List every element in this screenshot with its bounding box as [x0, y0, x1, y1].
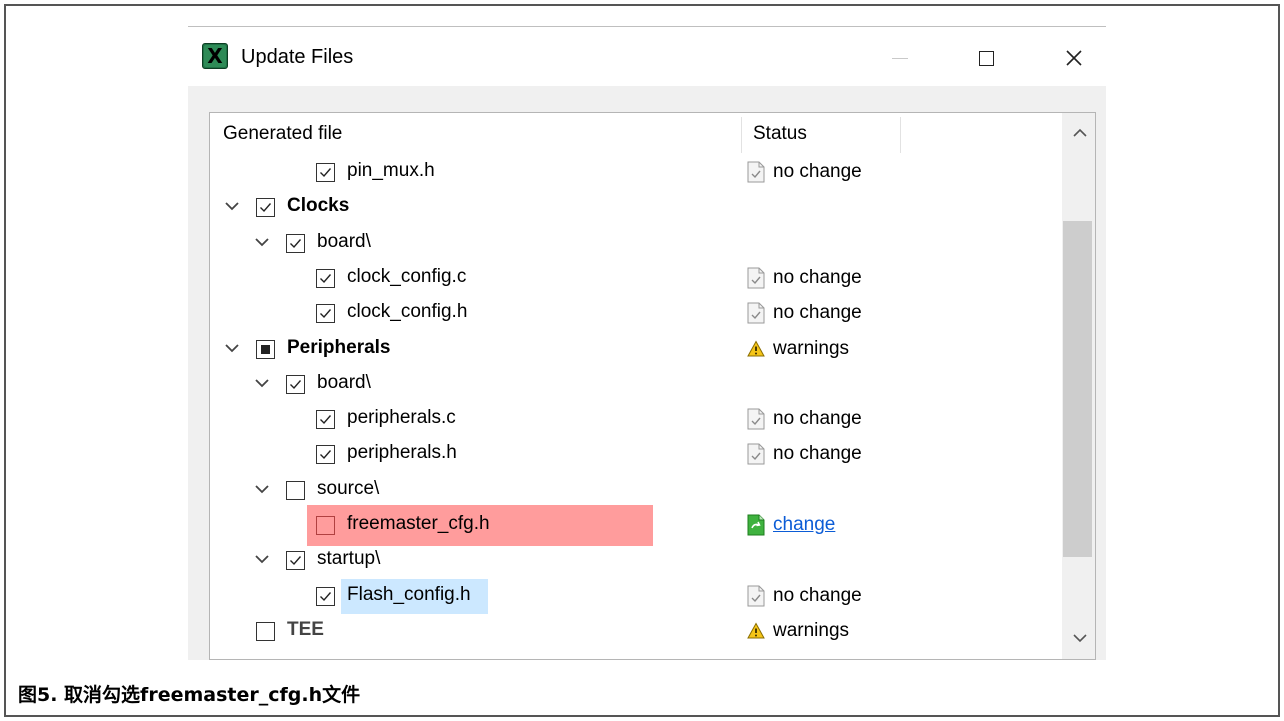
minimize-icon [892, 57, 908, 59]
minimize-button[interactable] [880, 38, 920, 78]
status-cell: no change [747, 582, 862, 610]
checkbox[interactable] [256, 198, 275, 218]
status-cell: warnings [747, 335, 849, 363]
file-unchanged-icon [747, 302, 765, 324]
status-cell[interactable]: change [747, 511, 835, 539]
tree-item-label: Flash_config.h [347, 583, 471, 605]
tree-item-label: Clocks [287, 195, 350, 217]
tree-item-label: clock_config.h [347, 301, 468, 323]
tree-item-label: peripherals.c [347, 407, 456, 429]
maximize-button[interactable] [966, 38, 1006, 78]
file-tree[interactable]: Generated file Status pin_mux.h no change… [209, 112, 1096, 660]
warning-icon [747, 622, 765, 640]
expand-chevron-icon[interactable] [252, 549, 272, 569]
file-changed-icon [747, 514, 765, 536]
tree-item-label: source\ [317, 477, 380, 499]
expand-chevron-icon[interactable] [222, 338, 242, 358]
checkbox[interactable] [286, 374, 305, 394]
close-icon [1066, 50, 1082, 66]
window-title: Update Files [241, 46, 354, 68]
scroll-up-button[interactable] [1062, 115, 1095, 149]
checkbox[interactable] [316, 445, 335, 465]
status-cell: no change [747, 405, 862, 433]
figure-caption: 图5. 取消勾选freemaster_cfg.h文件 [18, 684, 361, 706]
chevron-up-icon [1072, 128, 1087, 137]
status-text: no change [773, 443, 862, 465]
warning-icon [747, 339, 765, 358]
status-cell: no change [747, 264, 862, 292]
checkbox[interactable] [286, 551, 305, 571]
tree-row[interactable]: board\ [210, 367, 1062, 402]
expand-chevron-icon[interactable] [252, 373, 272, 393]
tree-row[interactable]: Peripherals warnings [210, 332, 1062, 367]
tree-row[interactable]: clock_config.c no change [210, 261, 1062, 296]
tree-item-label: board\ [317, 371, 371, 393]
maximize-icon [978, 50, 994, 66]
column-header-status[interactable]: Status [753, 123, 807, 145]
tree-row[interactable]: peripherals.c no change [210, 402, 1062, 437]
column-header-generated-file[interactable]: Generated file [223, 123, 342, 145]
tree-header: Generated file Status [210, 113, 1062, 153]
checkbox[interactable] [286, 233, 305, 253]
checkbox[interactable] [316, 304, 335, 324]
status-cell: no change [747, 299, 862, 327]
checkbox[interactable] [256, 339, 275, 359]
tree-item-label: TEE [287, 618, 324, 640]
status-text: no change [773, 302, 862, 324]
status-text: no change [773, 408, 862, 430]
tree-item-label: pin_mux.h [347, 160, 435, 181]
tree-row[interactable]: pin_mux.h no change [210, 155, 1062, 190]
file-unchanged-icon [747, 443, 765, 465]
checkbox[interactable] [316, 268, 335, 288]
column-separator[interactable] [900, 117, 901, 153]
tree-item-label: clock_config.c [347, 265, 467, 287]
tree-row[interactable]: TEE warnings [210, 614, 1062, 649]
expand-chevron-icon[interactable] [252, 479, 272, 499]
tree-row[interactable]: startup\ [210, 543, 1062, 578]
close-button[interactable] [1054, 38, 1094, 78]
status-cell: no change [747, 158, 862, 186]
checkbox[interactable] [316, 163, 335, 182]
tree-row[interactable]: Flash_config.h no change [210, 578, 1062, 614]
file-unchanged-icon [747, 267, 765, 289]
checkbox[interactable] [316, 586, 335, 606]
tree-item-label: startup\ [317, 548, 381, 570]
expand-chevron-icon[interactable] [222, 196, 242, 216]
tree-row[interactable]: freemaster_cfg.h change [210, 505, 1062, 546]
tree-row[interactable]: peripherals.h no change [210, 437, 1062, 472]
tree-item-label: freemaster_cfg.h [347, 513, 490, 534]
chevron-down-icon [1072, 633, 1087, 642]
status-change-link[interactable]: change [773, 514, 835, 536]
title-bar[interactable]: X Update Files [188, 30, 1106, 86]
checkbox[interactable] [316, 516, 335, 535]
status-cell: no change [747, 440, 862, 468]
status-cell: warnings [747, 617, 849, 645]
app-icon: X [202, 43, 228, 69]
file-unchanged-icon [747, 585, 765, 607]
checkbox[interactable] [316, 410, 335, 430]
status-text: warnings [773, 337, 850, 359]
expand-chevron-icon[interactable] [252, 232, 272, 252]
tree-row[interactable]: Clocks [210, 190, 1062, 225]
scrollbar-thumb[interactable] [1063, 221, 1092, 557]
dialog-content: Generated file Status pin_mux.h no change… [188, 86, 1106, 660]
status-text: no change [773, 161, 862, 182]
tree-item-label: peripherals.h [347, 442, 457, 464]
tree-item-label: Peripherals [287, 336, 391, 358]
status-text: no change [773, 266, 862, 288]
tree-item-label: board\ [317, 230, 371, 252]
column-separator[interactable] [741, 117, 742, 153]
tree-row[interactable]: source\ [210, 473, 1062, 508]
update-files-dialog: X Update Files Generated file Status pin… [188, 26, 1106, 660]
status-text: no change [773, 584, 862, 606]
scroll-down-button[interactable] [1062, 621, 1095, 655]
vertical-scrollbar[interactable] [1062, 113, 1095, 659]
tree-row[interactable]: board\ [210, 226, 1062, 261]
file-unchanged-icon [747, 161, 765, 183]
checkbox[interactable] [286, 480, 305, 500]
status-text: warnings [773, 619, 850, 641]
file-unchanged-icon [747, 408, 765, 430]
tree-row[interactable]: clock_config.h no change [210, 296, 1062, 331]
checkbox[interactable] [256, 621, 275, 641]
